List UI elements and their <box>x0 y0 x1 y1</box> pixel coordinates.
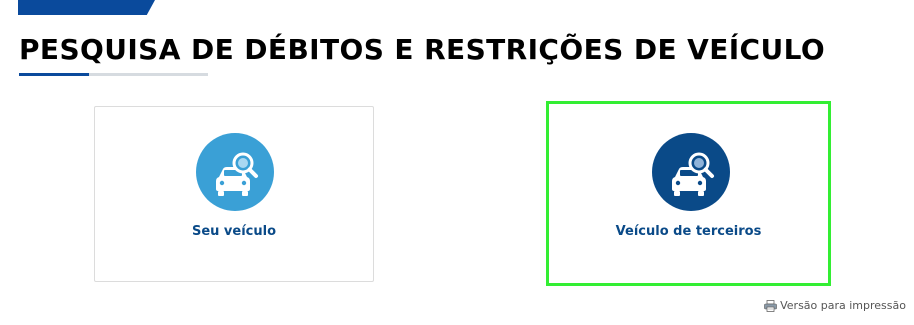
printer-icon <box>764 299 777 312</box>
option-card-veiculo-de-terceiros[interactable]: Veículo de terceiros <box>546 101 831 286</box>
car-search-icon <box>652 133 730 211</box>
option-label: Seu veículo <box>191 224 277 239</box>
top-accent-bar <box>18 0 155 15</box>
page-title: PESQUISA DE DÉBITOS E RESTRIÇÕES DE VEÍC… <box>19 33 826 66</box>
title-underline-accent <box>19 73 89 76</box>
page: PESQUISA DE DÉBITOS E RESTRIÇÕES DE VEÍC… <box>0 0 914 325</box>
option-card-seu-veiculo[interactable]: Seu veículo <box>94 106 374 282</box>
print-version-label: Versão para impressão <box>780 299 906 312</box>
option-label: Veículo de terceiros <box>615 224 762 239</box>
car-search-icon <box>196 133 274 211</box>
print-version-link[interactable]: Versão para impressão <box>764 299 906 312</box>
